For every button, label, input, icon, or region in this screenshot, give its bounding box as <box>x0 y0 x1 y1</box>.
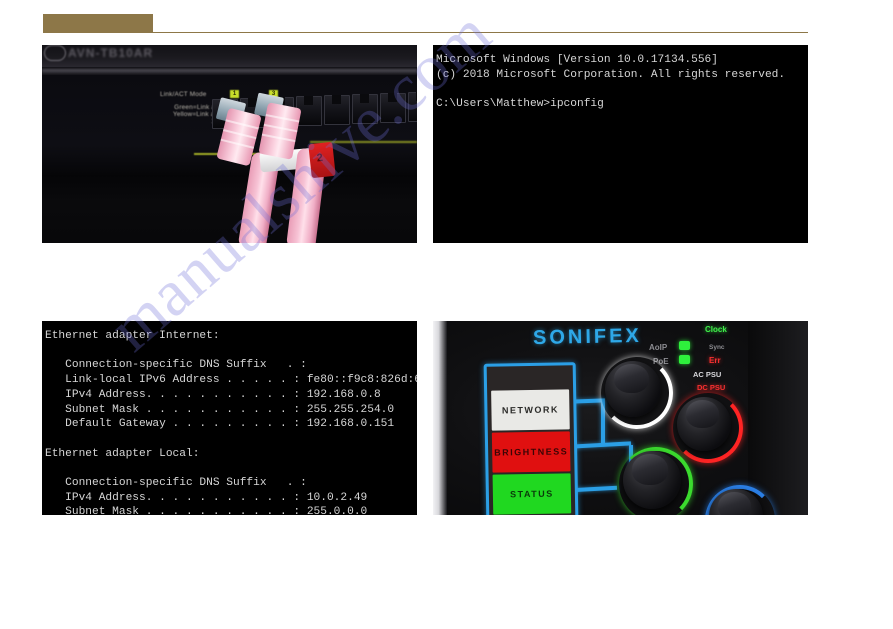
switch-legend-link-act: Link/ACT Mode <box>160 91 207 98</box>
port-led-1-number: 1 <box>232 91 237 97</box>
terminal-line: Connection-specific DNS Suffix . : <box>45 476 307 489</box>
terminal-line: IPv4 Address. . . . . . . . . . . : 10.0… <box>45 491 368 504</box>
led-label-clock: Clock <box>705 325 727 334</box>
terminal-line: C:\Users\Matthew>ipconfig <box>436 98 604 111</box>
rotary-knob-3[interactable] <box>623 451 681 509</box>
terminal-line: Default Gateway . . . . . . . . . : 192.… <box>45 418 395 431</box>
terminal-line: Subnet Mask . . . . . . . . . . . : 255.… <box>45 506 368 515</box>
panel-button-status[interactable]: STATUS <box>492 473 572 515</box>
page-header <box>0 0 893 40</box>
cable-tag-red: 2 <box>308 141 336 179</box>
led-poe-indicator <box>679 355 690 364</box>
rotary-knob-1[interactable] <box>605 361 661 417</box>
switch-logo-icon <box>44 45 66 61</box>
figure-network-switch-photo: AVN-TB10AR Link/ACT Mode Green=Link at 1… <box>42 45 417 243</box>
led-aoip-indicator <box>679 341 690 350</box>
cable-tag-number: 2 <box>316 151 324 165</box>
figure-sonifex-front-panel-photo: SONIFEX Clock AoIP Sync PoE Err AC PSU D… <box>433 321 808 515</box>
terminal-line: IPv4 Address. . . . . . . . . . . : 192.… <box>45 388 381 401</box>
header-divider-rule <box>43 32 808 33</box>
led-label-dc-psu: DC PSU <box>697 383 726 392</box>
cmd-bottom-terminal-text: Ethernet adapter Internet: Connection-sp… <box>42 321 417 515</box>
cmd-top-terminal-text: Microsoft Windows [Version 10.0.17134.55… <box>433 45 808 112</box>
sonifex-photo-body: SONIFEX Clock AoIP Sync PoE Err AC PSU D… <box>433 321 808 515</box>
rj45-port <box>408 92 417 122</box>
led-label-ac-psu: AC PSU <box>693 370 722 379</box>
panel-button-network[interactable]: NETWORK <box>491 389 570 431</box>
sonifex-bezel-left <box>433 321 447 515</box>
panel-button-brightness[interactable]: BRIGHTNESS <box>491 431 571 473</box>
switch-brand-label: AVN-TB10AR <box>68 46 154 60</box>
led-label-err: Err <box>709 356 721 365</box>
figure-cmd-ipconfig-output: Ethernet adapter Internet: Connection-sp… <box>42 321 417 515</box>
figure-cmd-prompt-ipconfig: Microsoft Windows [Version 10.0.17134.55… <box>433 45 808 243</box>
terminal-line: Link-local IPv6 Address . . . . . : fe80… <box>65 374 417 387</box>
switch-photo-body: AVN-TB10AR Link/ACT Mode Green=Link at 1… <box>42 45 417 243</box>
rotary-knob-2[interactable] <box>677 397 731 451</box>
terminal-line: Microsoft Windows [Version 10.0.17134.55… <box>436 54 718 66</box>
rj45-port <box>380 93 406 123</box>
rj45-port <box>352 94 378 124</box>
sonifex-button-stack: NETWORK BRIGHTNESS STATUS <box>483 362 579 515</box>
terminal-line: Ethernet adapter Local: <box>45 447 200 460</box>
sonifex-brand-logo: SONIFEX <box>532 324 643 350</box>
led-label-aoip: AoIP <box>649 343 668 352</box>
header-accent-bar <box>43 14 153 33</box>
terminal-line: Connection-specific DNS Suffix . : <box>45 359 307 372</box>
led-label-sync: Sync <box>709 344 725 351</box>
rj45-port <box>324 95 350 125</box>
switch-lower-shadow <box>42 175 417 243</box>
terminal-line: Ethernet adapter Internet: <box>45 330 220 342</box>
terminal-line: (c) 2018 Microsoft Corporation. All righ… <box>436 68 786 81</box>
terminal-line: Subnet Mask . . . . . . . . . . . : 255.… <box>45 403 395 416</box>
